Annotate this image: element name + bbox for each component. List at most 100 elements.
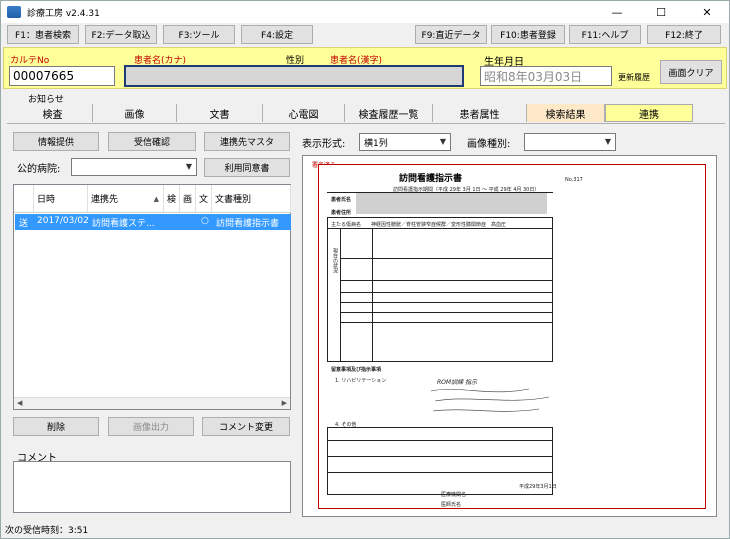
f12-exit-button[interactable]: F12:終了 xyxy=(647,25,721,44)
scroll-right-icon[interactable]: ▶ xyxy=(282,399,287,407)
f2-data-import-button[interactable]: F2:データ取込 xyxy=(85,25,157,44)
doc-number: No.317 xyxy=(565,177,583,183)
cell-date: 2017/03/02 xyxy=(37,216,89,226)
patient-name-field[interactable] xyxy=(124,65,464,87)
doc-patient-address-label: 患者住所 xyxy=(331,210,352,216)
f10-patient-register-button[interactable]: F10:患者登録 xyxy=(491,25,565,44)
tab-image[interactable]: 画像 xyxy=(93,104,177,122)
doc-doctor-label: 医師氏名 xyxy=(441,502,462,508)
f9-recent-data-button[interactable]: F9:直近データ xyxy=(415,25,487,44)
doc-rule xyxy=(340,280,552,281)
f3-tools-button[interactable]: F3:ツール xyxy=(163,25,235,44)
tab-linkage[interactable]: 連携 xyxy=(605,104,693,122)
tab-patient-attributes[interactable]: 患者属性 xyxy=(433,104,527,122)
tab-inspection[interactable]: 検査 xyxy=(13,104,93,122)
comment-textarea[interactable] xyxy=(13,461,291,513)
public-hospital-label: 公的病院: xyxy=(17,164,61,175)
display-format-select[interactable]: 横1列 ▼ xyxy=(359,133,451,151)
doc-patient-name-label: 患者氏名 xyxy=(331,197,352,203)
display-format-label: 表示形式: xyxy=(302,139,346,150)
comment-change-button[interactable]: コメント変更 xyxy=(202,417,290,436)
doc-rule xyxy=(340,322,552,323)
tab-document[interactable]: 文書 xyxy=(177,104,263,122)
f4-settings-button[interactable]: F4:設定 xyxy=(241,25,313,44)
doc-section-status: 現在の状況 xyxy=(332,248,338,273)
chevron-down-icon: ▼ xyxy=(604,137,611,146)
cell-type: 送 xyxy=(19,219,29,229)
update-history-link[interactable]: 更新履歴 xyxy=(618,72,650,83)
doc-status-table: 現在の状況 xyxy=(327,217,553,362)
tab-inspection-history[interactable]: 検査履歴一覧 xyxy=(345,104,433,122)
doc-rule xyxy=(328,440,552,441)
cell-partner: 訪問看護ステ... xyxy=(92,219,155,229)
image-type-label: 画像種別: xyxy=(467,139,511,150)
col-partner[interactable]: 連携先 ▲ xyxy=(88,185,164,213)
app-window: 診療工房 v2.4.31 — ☐ ✕ F1：患者検索 F2:データ取込 F3:ツ… xyxy=(0,0,730,539)
cell-bun: ○ xyxy=(201,216,209,226)
partner-master-button[interactable]: 連携先マスタ xyxy=(204,132,290,151)
doc-rehab-label: 1. リハビリテーション xyxy=(335,378,387,384)
info-provide-button[interactable]: 情報提供 xyxy=(13,132,99,151)
doc-rule xyxy=(328,472,552,473)
cell-doc-type: 訪問看護指示書 xyxy=(216,219,280,229)
receive-confirm-button[interactable]: 受信確認 xyxy=(108,132,196,151)
f11-help-button[interactable]: F11:ヘルプ xyxy=(569,25,641,44)
scroll-left-icon[interactable]: ◀ xyxy=(17,399,22,407)
col-datetime[interactable]: 日時 xyxy=(34,185,88,213)
handwritten-notes xyxy=(430,388,550,412)
f1-patient-search-button[interactable]: F1：患者検索 xyxy=(7,25,79,44)
doc-vrule xyxy=(340,228,341,361)
title-bar: 診療工房 v2.4.31 — ☐ ✕ xyxy=(1,1,729,23)
next-receive-time: 次の受信時刻：3:51 xyxy=(5,525,89,536)
tab-divider xyxy=(7,123,725,124)
linkage-table[interactable]: 日時 連携先 ▲ 検 画 文 文書種別 送 2017/03/02 訪問看護ステ..… xyxy=(13,184,291,410)
tab-ecg[interactable]: 心電図 xyxy=(263,104,345,122)
delete-button[interactable]: 削除 xyxy=(13,417,99,436)
doc-rule xyxy=(340,312,552,313)
main-tabs: 検査 画像 文書 心電図 検査履歴一覧 患者属性 検索結果 連携 xyxy=(13,104,695,122)
chevron-down-icon: ▼ xyxy=(185,162,192,171)
col-doc-type[interactable]: 文書種別 xyxy=(212,185,291,213)
patient-header: カルテNo 00007665 患者名(カナ) 性別 患者名(漢字) 生年月日 昭… xyxy=(3,47,727,89)
display-format-value: 横1列 xyxy=(364,138,388,149)
tab-search-results[interactable]: 検索結果 xyxy=(527,104,605,122)
image-output-button[interactable]: 画像出力 xyxy=(108,417,194,436)
horizontal-scrollbar[interactable]: ◀ ▶ xyxy=(14,397,290,409)
image-type-select[interactable]: ▼ xyxy=(524,133,616,151)
sort-ascending-icon: ▲ xyxy=(153,194,159,203)
doc-title: 訪問看護指示書 xyxy=(399,174,463,184)
consent-button[interactable]: 利用同意書 xyxy=(204,158,290,177)
doc-rule xyxy=(328,361,552,362)
app-icon xyxy=(7,6,21,18)
doc-vrule xyxy=(372,228,373,361)
birthdate-field[interactable]: 昭和8年03月03日 xyxy=(480,66,612,86)
doc-date-written: 平成29年3月1日 xyxy=(519,484,557,490)
col-partner-label: 連携先 xyxy=(91,195,119,205)
window-title: 診療工房 v2.4.31 xyxy=(27,8,100,19)
status-bar: 次の受信時刻：3:51 xyxy=(1,520,729,538)
document-page: 訪問看護指示書 No.317 訪問看護指示期間（平成 29年 3月 1日 〜 平… xyxy=(318,164,706,509)
maximize-button[interactable]: ☐ xyxy=(641,1,681,23)
doc-rule xyxy=(328,456,552,457)
public-hospital-select[interactable]: ▼ xyxy=(71,158,197,176)
function-key-bar: F1：患者検索 F2:データ取込 F3:ツール F4:設定 F9:直近データ F… xyxy=(1,25,729,45)
redacted-patient-block xyxy=(356,193,547,214)
close-button[interactable]: ✕ xyxy=(687,1,727,23)
col-bun[interactable]: 文 xyxy=(196,185,212,213)
document-preview[interactable]: 署名済み 訪問看護指示書 No.317 訪問看護指示期間（平成 29年 3月 1… xyxy=(302,155,717,517)
doc-hospital-label: 医療機関名 xyxy=(441,492,467,498)
karte-no-field[interactable]: 00007665 xyxy=(9,66,115,86)
col-type[interactable] xyxy=(14,185,34,213)
table-row[interactable]: 送 2017/03/02 訪問看護ステ... ○ 訪問看護指示書 xyxy=(15,214,291,230)
doc-rule xyxy=(340,292,552,293)
minimize-button[interactable]: — xyxy=(597,1,637,23)
doc-rule xyxy=(340,302,552,303)
doc-section-instructions: 留意事項及び指示事項 xyxy=(331,367,382,373)
doc-rule xyxy=(328,228,552,229)
karte-no-label: カルテNo xyxy=(10,56,50,66)
chevron-down-icon: ▼ xyxy=(439,137,446,146)
doc-rule xyxy=(340,258,552,259)
clear-screen-button[interactable]: 画面クリア xyxy=(660,60,722,84)
col-ken[interactable]: 検 xyxy=(164,185,180,213)
col-ga[interactable]: 画 xyxy=(180,185,196,213)
